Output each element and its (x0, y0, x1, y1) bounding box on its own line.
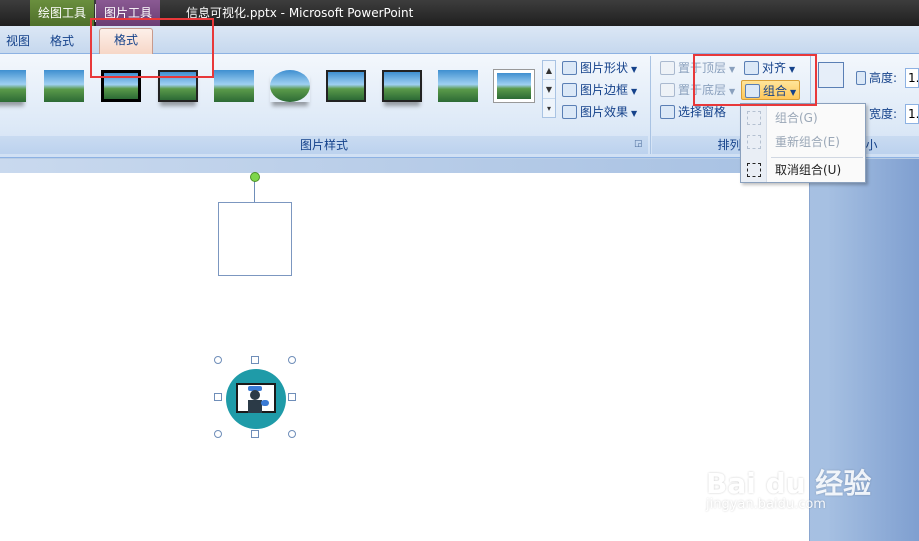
picture-styles-gallery (0, 60, 542, 126)
bring-front-icon (660, 61, 675, 75)
baidu-watermark-logo: Bai du 经验 (706, 467, 872, 500)
selection-pane-icon (660, 105, 675, 119)
style-thumb[interactable] (326, 70, 366, 102)
highlight-group-button (693, 54, 817, 106)
group-divider (650, 56, 651, 154)
style-thumb[interactable] (44, 70, 84, 102)
tab-drawing-format[interactable]: 格式 (36, 30, 88, 54)
menu-item-ungroup[interactable]: 取消组合(U) (741, 158, 865, 182)
selection-box[interactable] (218, 202, 292, 276)
teacher-body-icon (248, 400, 262, 413)
style-thumb[interactable] (438, 70, 478, 102)
menu-item-regroup[interactable]: 重新组合(E) (741, 130, 865, 154)
height-icon (856, 71, 866, 85)
picture-shape-icon (562, 61, 577, 75)
slide-canvas[interactable] (0, 173, 810, 541)
style-thumb[interactable] (493, 69, 535, 103)
resize-handle-w[interactable] (214, 393, 222, 401)
baidu-watermark-url: jingyan.baidu.com (706, 497, 826, 512)
gallery-more[interactable]: ▾ (543, 99, 555, 118)
ungroup-icon (747, 163, 761, 177)
style-thumb[interactable] (214, 70, 254, 102)
group-label-picture-styles: 图片样式 (0, 136, 648, 154)
resize-handle-n[interactable] (251, 356, 259, 364)
teacher-hand-icon (261, 400, 269, 406)
style-thumb[interactable] (0, 70, 26, 102)
height-input[interactable]: 1. (905, 68, 919, 88)
resize-handle-ne[interactable] (288, 356, 296, 364)
dialog-launcher-icon[interactable]: ◲ (634, 139, 643, 149)
teacher-head-icon (250, 390, 260, 400)
resize-handle-s[interactable] (251, 430, 259, 438)
context-tab-drawing-tools: 绘图工具 (30, 0, 95, 26)
style-thumb[interactable] (270, 70, 310, 102)
gallery-scroll-up[interactable]: ▲ (543, 61, 555, 80)
window-title: 信息可视化.pptx - Microsoft PowerPoint (186, 6, 414, 20)
picture-effects-icon (562, 105, 577, 119)
width-input[interactable]: 1. (905, 104, 919, 124)
gallery-scrollbar[interactable]: ▲ ▼ ▾ (542, 60, 556, 118)
picture-effects-button[interactable]: 图片效果 ▼ (562, 102, 637, 122)
picture-border-button[interactable]: 图片边框 ▼ (562, 80, 637, 100)
height-label: 高度: (856, 68, 897, 88)
style-thumb[interactable] (382, 70, 422, 102)
crop-icon[interactable] (818, 62, 844, 88)
rotation-handle[interactable] (250, 172, 260, 182)
resize-handle-e[interactable] (288, 393, 296, 401)
resize-handle-sw[interactable] (214, 430, 222, 438)
group-icon (747, 111, 761, 125)
group-dropdown-menu: 组合(G) 重新组合(E) 取消组合(U) (740, 103, 866, 183)
picture-shape-button[interactable]: 图片形状 ▼ (562, 58, 637, 78)
send-back-icon (660, 83, 675, 97)
resize-handle-nw[interactable] (214, 356, 222, 364)
highlight-format-tab (90, 18, 214, 78)
menu-item-group[interactable]: 组合(G) (741, 106, 865, 130)
regroup-icon (747, 135, 761, 149)
resize-handle-se[interactable] (288, 430, 296, 438)
gallery-scroll-down[interactable]: ▼ (543, 80, 555, 99)
rotation-line (254, 181, 255, 202)
picture-border-icon (562, 83, 577, 97)
